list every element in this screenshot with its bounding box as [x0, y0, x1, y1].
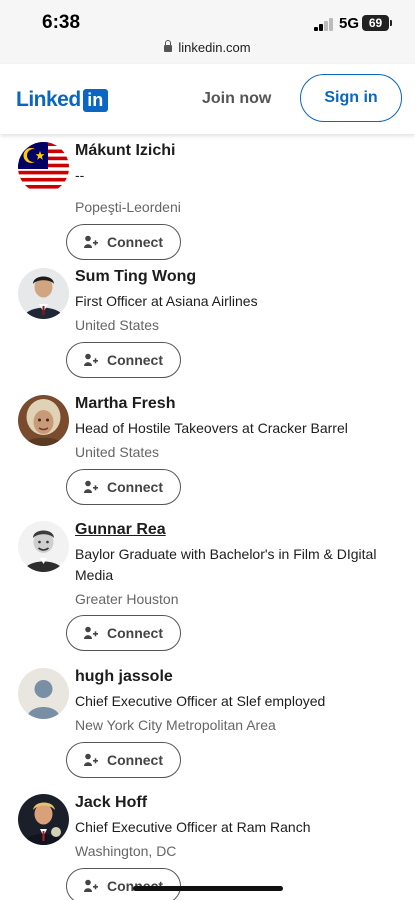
- status-bar: 6:38 5G 69 linkedin.com: [0, 0, 415, 64]
- person-card: Mákunt Izichi -- Popeşti-Leordeni Connec…: [0, 142, 415, 262]
- default-person-avatar[interactable]: [18, 668, 69, 719]
- add-person-icon: [84, 753, 98, 767]
- sign-in-button[interactable]: Sign in: [300, 74, 402, 122]
- photo-avatar[interactable]: [18, 395, 69, 446]
- connect-label: Connect: [107, 352, 163, 368]
- person-headline: --: [75, 167, 85, 183]
- person-headline: Chief Executive Officer at Ram Ranch: [75, 819, 311, 835]
- linkedin-logo[interactable]: Linked in: [16, 88, 108, 112]
- person-location: New York City Metropolitan Area: [75, 717, 276, 733]
- connect-button[interactable]: Connect: [66, 615, 181, 651]
- person-location: Washington, DC: [75, 843, 177, 859]
- person-location: Greater Houston: [75, 591, 179, 607]
- person-card: hugh jassole Chief Executive Officer at …: [0, 668, 415, 788]
- connect-label: Connect: [107, 752, 163, 768]
- people-list: Mákunt Izichi -- Popeşti-Leordeni Connec…: [0, 134, 415, 900]
- connect-button[interactable]: Connect: [66, 742, 181, 778]
- person-headline: Baylor Graduate with Bachelor's in Film …: [75, 546, 377, 583]
- join-now-button[interactable]: Join now: [192, 86, 281, 112]
- photo-avatar[interactable]: [18, 794, 69, 845]
- clock: 6:38: [42, 12, 81, 33]
- connect-label: Connect: [107, 479, 163, 495]
- person-card: Sum Ting Wong First Officer at Asiana Ai…: [0, 268, 415, 388]
- connect-button[interactable]: Connect: [66, 868, 181, 900]
- person-name[interactable]: Gunnar Rea: [75, 521, 166, 539]
- person-location: United States: [75, 444, 160, 460]
- add-person-icon: [84, 480, 98, 494]
- person-name[interactable]: hugh jassole: [75, 668, 173, 686]
- connect-label: Connect: [107, 625, 163, 641]
- person-headline: Chief Executive Officer at Slef employed: [75, 693, 326, 709]
- connect-button[interactable]: Connect: [66, 469, 181, 505]
- url-text: linkedin.com: [178, 40, 251, 55]
- person-headline: Head of Hostile Takeovers at Cracker Bar…: [75, 420, 348, 436]
- person-name[interactable]: Jack Hoff: [75, 794, 147, 812]
- connect-button[interactable]: Connect: [66, 224, 181, 260]
- person-card: Jack Hoff Chief Executive Officer at Ram…: [0, 794, 415, 900]
- person-name[interactable]: Sum Ting Wong: [75, 268, 196, 286]
- person-headline: First Officer at Asiana Airlines: [75, 293, 258, 309]
- battery-icon: 69: [362, 15, 392, 31]
- connect-button[interactable]: Connect: [66, 342, 181, 378]
- logo-in-box: in: [82, 88, 108, 112]
- person-card: Martha Fresh Head of Hostile Takeovers a…: [0, 395, 415, 515]
- home-indicator[interactable]: [133, 886, 283, 891]
- malaysia-flag-avatar[interactable]: [18, 142, 69, 193]
- add-person-icon: [84, 235, 98, 249]
- person-location: United States: [75, 317, 160, 333]
- person-name[interactable]: Martha Fresh: [75, 395, 175, 413]
- url-bar[interactable]: linkedin.com: [0, 40, 415, 55]
- connect-label: Connect: [107, 234, 163, 250]
- add-person-icon: [84, 353, 98, 367]
- signal-strength-icon: [314, 17, 334, 31]
- person-card: Gunnar Rea Baylor Graduate with Bachelor…: [0, 521, 415, 661]
- photo-avatar[interactable]: [18, 521, 69, 572]
- lock-icon: [164, 40, 173, 52]
- add-person-icon: [84, 626, 98, 640]
- network-type: 5G: [339, 15, 360, 32]
- person-name[interactable]: Mákunt Izichi: [75, 142, 175, 160]
- photo-avatar[interactable]: [18, 268, 69, 319]
- site-header: Linked in Join now Sign in: [0, 64, 415, 134]
- person-location: Popeşti-Leordeni: [75, 199, 181, 215]
- add-person-icon: [84, 879, 98, 893]
- logo-wordmark: Linked: [16, 88, 81, 111]
